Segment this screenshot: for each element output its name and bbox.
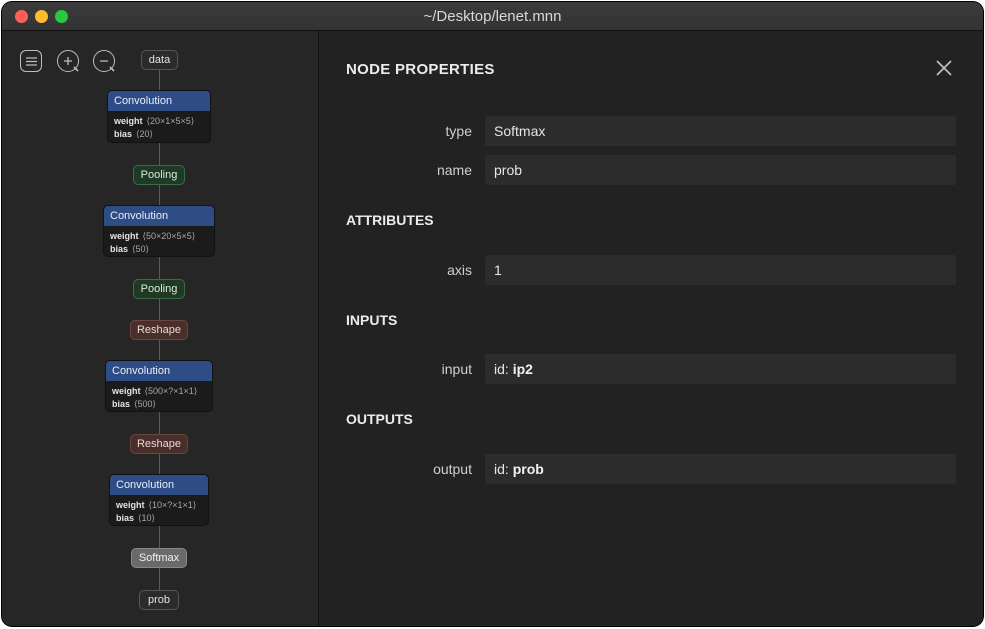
type-value[interactable]: Softmax [485, 116, 956, 146]
graph-node-convolution[interactable]: Convolution weight ⟨10×?×1×1⟩ bias ⟨10⟩ [109, 474, 209, 526]
graph-edge [159, 143, 160, 165]
graph-edge [159, 412, 160, 434]
node-attr-name: bias [116, 513, 135, 523]
name-value[interactable]: prob [485, 155, 956, 185]
node-attr-value: ⟨500×?×1×1⟩ [144, 386, 198, 396]
zoom-in-icon[interactable] [57, 50, 79, 72]
node-attr-value: ⟨10⟩ [138, 513, 156, 523]
graph-node-prob[interactable]: prob [139, 590, 179, 610]
output-id: prob [512, 461, 544, 477]
input-id: ip2 [512, 361, 533, 377]
input-value[interactable]: id: ip2 [485, 354, 956, 384]
graph-node-pooling[interactable]: Pooling [133, 279, 185, 299]
output-label: output [433, 461, 472, 477]
close-icon[interactable] [933, 57, 955, 79]
node-attr-value: ⟨20⟩ [136, 129, 154, 139]
graph-edge [159, 185, 160, 205]
output-id-prefix: id: [494, 461, 509, 477]
window-title: ~/Desktop/lenet.mnn [423, 8, 562, 25]
graph-edge [159, 454, 160, 474]
app-window: ~/Desktop/lenet.mnn data Convolution wei… [2, 2, 983, 626]
input-id-prefix: id: [494, 361, 509, 377]
graph-node-reshape[interactable]: Reshape [130, 434, 188, 454]
graph-node-convolution[interactable]: Convolution weight ⟨500×?×1×1⟩ bias ⟨500⟩ [105, 360, 213, 412]
graph-node-convolution[interactable]: Convolution weight ⟨20×1×5×5⟩ bias ⟨20⟩ [107, 90, 211, 143]
node-attr-name: weight [112, 386, 141, 396]
menu-icon[interactable] [20, 50, 42, 72]
node-attr-name: bias [110, 244, 129, 254]
inputs-heading: INPUTS [346, 312, 398, 328]
axis-value[interactable]: 1 [485, 255, 956, 285]
node-type-label: Convolution [106, 361, 212, 381]
node-type-label: Convolution [104, 206, 214, 226]
node-attr-value: ⟨50⟩ [132, 244, 150, 254]
graph-edge [159, 70, 160, 90]
node-attr-value: ⟨20×1×5×5⟩ [146, 116, 195, 126]
graph-node-pooling[interactable]: Pooling [133, 165, 185, 185]
output-value[interactable]: id: prob [485, 454, 956, 484]
node-type-label: Convolution [108, 91, 210, 111]
node-attr-name: weight [110, 231, 139, 241]
node-type-label: Convolution [110, 475, 208, 495]
graph-view[interactable]: data Convolution weight ⟨20×1×5×5⟩ bias ⟨2… [2, 31, 319, 626]
title-bar: ~/Desktop/lenet.mnn [2, 2, 983, 31]
graph-edge [159, 299, 160, 320]
axis-label: axis [447, 262, 472, 278]
node-attr-name: weight [114, 116, 143, 126]
graph-node-reshape[interactable]: Reshape [130, 320, 188, 340]
node-properties-panel: NODE PROPERTIES type Softmax name prob A… [319, 31, 983, 626]
node-attr-value: ⟨10×?×1×1⟩ [148, 500, 197, 510]
input-label: input [441, 361, 472, 377]
node-attr-name: bias [112, 399, 131, 409]
outputs-heading: OUTPUTS [346, 411, 413, 427]
graph-edge [159, 257, 160, 279]
name-label: name [436, 162, 472, 178]
graph-edge [159, 340, 160, 361]
graph-edge [159, 568, 160, 590]
graph-node-data[interactable]: data [141, 50, 178, 70]
graph-edge [159, 526, 160, 548]
node-attr-name: bias [114, 129, 133, 139]
graph-node-softmax[interactable]: Softmax [131, 548, 187, 568]
node-attr-value: ⟨500⟩ [134, 399, 157, 409]
panel-title: NODE PROPERTIES [346, 61, 495, 78]
node-attr-name: weight [116, 500, 145, 510]
attributes-heading: ATTRIBUTES [346, 212, 434, 228]
node-attr-value: ⟨50×20×5×5⟩ [142, 231, 196, 241]
type-label: type [445, 123, 472, 139]
graph-node-convolution[interactable]: Convolution weight ⟨50×20×5×5⟩ bias ⟨50⟩ [103, 205, 215, 257]
zoom-out-icon[interactable] [93, 50, 115, 72]
